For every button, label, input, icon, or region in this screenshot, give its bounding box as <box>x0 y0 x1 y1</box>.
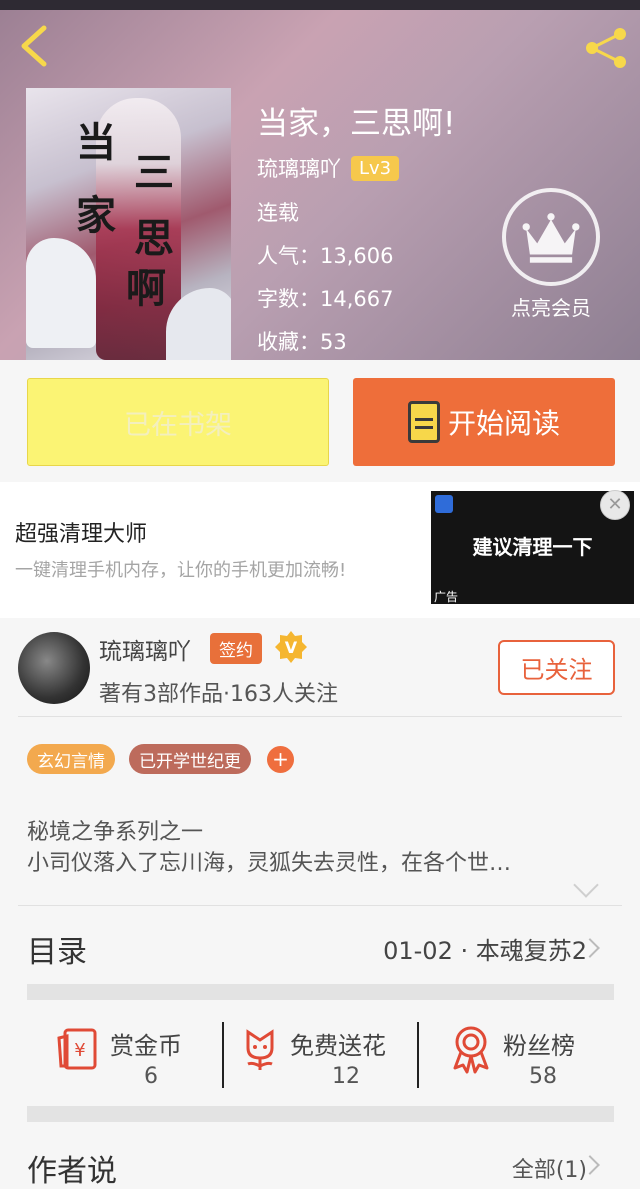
crown-icon[interactable] <box>502 188 600 286</box>
toc-label: 目录 <box>27 935 87 970</box>
stat-value: 6 <box>144 1064 158 1089</box>
stat-value: 58 <box>529 1064 557 1089</box>
divider <box>18 716 622 717</box>
intro-line: 秘境之争系列之一 <box>27 820 204 845</box>
genre-tag[interactable]: 玄幻言情 <box>27 744 115 774</box>
latest-chapter: 01-02 · 本魂复苏2 <box>383 937 587 965</box>
svg-text:¥: ¥ <box>74 1040 85 1061</box>
stats-row: ¥ 赏金币 6 免费送花 12 粉丝榜 58 <box>27 1002 614 1122</box>
section-gap <box>27 1106 614 1122</box>
word-count: 字数：14,667 <box>257 287 394 311</box>
book-icon <box>407 401 440 443</box>
expand-chevron-icon[interactable] <box>573 872 599 898</box>
stat-value: 12 <box>332 1064 360 1089</box>
reward-coins-item[interactable]: ¥ 赏金币 6 <box>27 1002 222 1122</box>
table-of-contents-row[interactable]: 目录 01-02 · 本魂复苏2 <box>27 905 617 983</box>
author-says-label: 作者说 <box>27 1154 117 1189</box>
stat-label: 免费送花 <box>290 1032 386 1060</box>
popularity: 人气：13,606 <box>257 244 394 268</box>
app-logo-icon <box>435 495 453 513</box>
cover-wolf <box>26 238 96 348</box>
vip-label[interactable]: 点亮会员 <box>496 292 606 321</box>
details-section: 琉璃璃吖 签约 V 著有3部作品·163人关注 已关注 玄幻言情 已开学世纪更 … <box>0 618 640 1189</box>
action-bar: 已在书架 开始阅读 <box>0 360 640 482</box>
cover-title-char: 三 <box>134 149 174 196</box>
update-tag[interactable]: 已开学世纪更 <box>129 744 251 774</box>
in-shelf-button[interactable]: 已在书架 <box>27 378 329 466</box>
level-badge: Lv3 <box>351 155 400 181</box>
author-says-row[interactable]: 作者说 全部(1) <box>27 1140 617 1189</box>
add-tag-button[interactable]: + <box>267 746 294 773</box>
start-reading-button[interactable]: 开始阅读 <box>353 378 615 466</box>
back-arrow-icon[interactable] <box>14 24 54 68</box>
in-shelf-label: 已在书架 <box>124 409 232 441</box>
verified-badge-text: V <box>285 638 298 657</box>
share-icon[interactable] <box>582 26 630 70</box>
section-gap <box>27 984 614 1000</box>
ad-title: 超强清理大师 <box>15 522 148 547</box>
verified-icon: V <box>275 631 307 663</box>
close-icon[interactable]: ✕ <box>600 490 630 520</box>
cover-title-char: 当 <box>76 119 116 166</box>
ad-description: 一键清理手机内存，让你的手机更加流畅! <box>15 560 347 581</box>
follow-label: 已关注 <box>520 656 593 684</box>
cover-title-char: 家 <box>76 192 116 239</box>
author-name[interactable]: 琉璃璃吖 <box>257 153 341 183</box>
ad-image-text: 建议清理一下 <box>472 535 593 559</box>
red-envelope-icon: ¥ <box>57 1028 97 1070</box>
medal-icon <box>453 1026 489 1074</box>
fan-ranking-item[interactable]: 粉丝榜 58 <box>419 1002 614 1122</box>
avatar[interactable] <box>18 632 90 704</box>
free-flower-item[interactable]: 免费送花 12 <box>224 1002 419 1122</box>
signed-badge: 签约 <box>210 633 262 664</box>
book-title: 当家，三思啊! <box>257 106 456 142</box>
ad-banner[interactable]: 超强清理大师 一键清理手机内存，让你的手机更加流畅! 建议清理一下 ✕ 广告 <box>0 482 640 618</box>
start-reading-label: 开始阅读 <box>447 407 560 440</box>
stat-label: 粉丝榜 <box>503 1032 575 1060</box>
stat-label: 赏金币 <box>110 1032 182 1060</box>
ad-tag: 广告 <box>434 590 459 604</box>
favorites-count: 收藏：53 <box>257 330 347 354</box>
follow-button[interactable]: 已关注 <box>498 640 615 695</box>
author-name[interactable]: 琉璃璃吖 <box>99 632 191 666</box>
cover-title-char: 啊 <box>126 265 166 312</box>
book-header: 当 家 三 思 啊 当家，三思啊! 琉璃璃吖 Lv3 连载 人气：13,606 … <box>0 0 640 360</box>
serial-status: 连载 <box>257 201 299 225</box>
intro-line: 小司仪落入了忘川海，灵狐失去灵性，在各个世… <box>27 851 512 876</box>
flower-icon <box>246 1029 274 1070</box>
book-detail-page: 当 家 三 思 啊 当家，三思啊! 琉璃璃吖 Lv3 连载 人气：13,606 … <box>0 0 640 1189</box>
author-stats: 著有3部作品·163人关注 <box>99 682 338 707</box>
view-all-link[interactable]: 全部(1) <box>512 1152 587 1184</box>
author-line: 琉璃璃吖 Lv3 <box>257 153 400 183</box>
book-cover-image[interactable]: 当 家 三 思 啊 <box>26 88 231 360</box>
